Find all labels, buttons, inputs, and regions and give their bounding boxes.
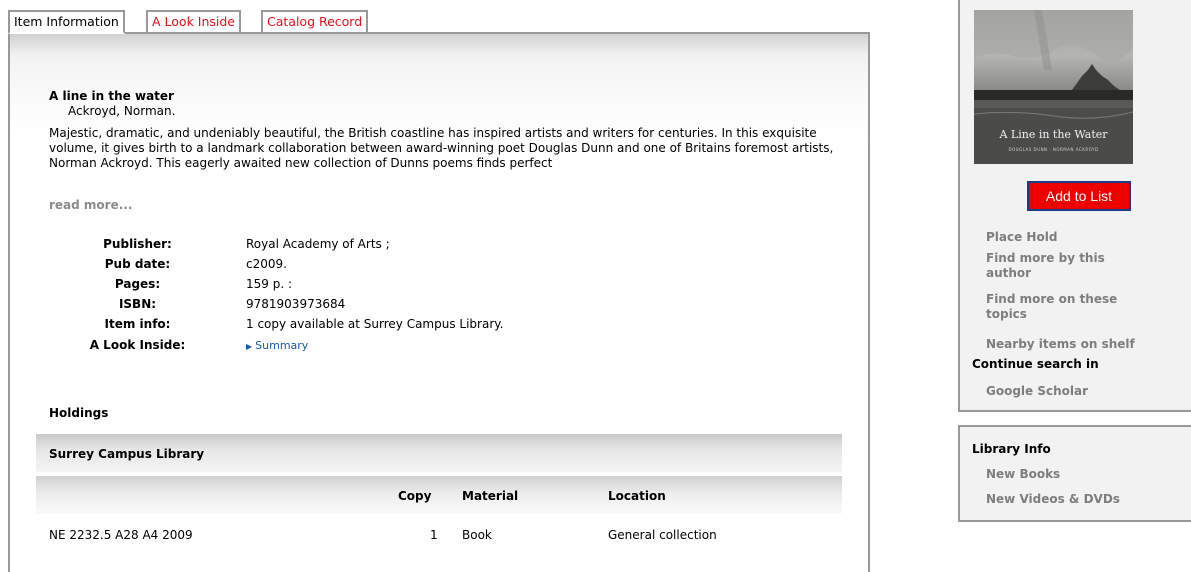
- tab-catalog-record[interactable]: Catalog Record: [261, 10, 369, 34]
- detail-label: Publisher:: [103, 237, 172, 251]
- tab-a-look-inside[interactable]: A Look Inside: [146, 10, 241, 34]
- column-header-copy: Copy: [398, 489, 432, 503]
- detail-label: A Look Inside:: [89, 338, 186, 352]
- read-more-link[interactable]: read more...: [49, 198, 132, 212]
- summary-link-label: Summary: [255, 339, 309, 352]
- tab-item-information[interactable]: Item Information: [8, 10, 125, 34]
- detail-label: Item info:: [104, 317, 171, 331]
- place-hold-link[interactable]: Place Hold: [986, 230, 1166, 245]
- add-to-list-button[interactable]: Add to List: [1027, 181, 1131, 211]
- holding-copy: 1: [430, 528, 438, 542]
- nearby-items-link[interactable]: Nearby items on shelf: [986, 337, 1166, 352]
- library-info-heading: Library Info: [972, 442, 1051, 456]
- find-more-by-author-link[interactable]: Find more by this author: [986, 251, 1136, 281]
- detail-label: Pub date:: [104, 257, 171, 271]
- google-scholar-link[interactable]: Google Scholar: [986, 384, 1166, 399]
- summary-link[interactable]: ▶ Summary: [246, 338, 308, 352]
- column-header-material: Material: [462, 489, 519, 503]
- new-videos-dvds-link[interactable]: New Videos & DVDs: [986, 492, 1166, 507]
- item-author: Ackroyd, Norman.: [68, 104, 176, 118]
- item-information-panel: A line in the water Ackroyd, Norman. Maj…: [8, 32, 870, 572]
- column-header-location: Location: [608, 489, 666, 503]
- detail-row-look-inside: A Look Inside: ▶ Summary: [10, 338, 710, 355]
- new-books-link[interactable]: New Books: [986, 467, 1166, 482]
- detail-row-pub-date: Pub date: c2009.: [10, 257, 710, 274]
- holding-call-number: NE 2232.5 A28 A4 2009: [49, 528, 193, 542]
- detail-value: 1 copy available at Surrey Campus Librar…: [246, 317, 504, 331]
- find-more-on-topics-link[interactable]: Find more on these topics: [986, 292, 1156, 322]
- library-info-sidebar: Library Info New Books New Videos & DVDs: [958, 425, 1191, 522]
- detail-label: Pages:: [114, 277, 161, 291]
- detail-row-pages: Pages: 159 p. :: [10, 277, 710, 294]
- library-name: Surrey Campus Library: [49, 447, 205, 461]
- holding-material: Book: [462, 528, 492, 542]
- holdings-heading: Holdings: [49, 406, 109, 420]
- holding-location: General collection: [608, 528, 717, 542]
- item-description: Majestic, dramatic, and undeniably beaut…: [49, 126, 834, 170]
- detail-row-isbn: ISBN: 9781903973684: [10, 297, 710, 314]
- triangle-right-icon: ▶: [246, 342, 253, 351]
- library-header-bar: Surrey Campus Library: [36, 434, 842, 472]
- continue-search-heading: Continue search in: [972, 357, 1099, 371]
- cover-title-text: A Line in the Water: [999, 128, 1108, 141]
- cover-subtitle-text: DOUGLAS DUNN · NORMAN ACKROYD: [1008, 147, 1099, 152]
- detail-row-item-info: Item info: 1 copy available at Surrey Ca…: [10, 317, 710, 334]
- detail-label: ISBN:: [118, 297, 157, 311]
- item-title: A line in the water: [49, 89, 174, 103]
- holdings-row: NE 2232.5 A28 A4 2009 1 Book General col…: [36, 528, 842, 546]
- detail-row-publisher: Publisher: Royal Academy of Arts ;: [10, 237, 710, 254]
- detail-value: 159 p. :: [246, 277, 293, 291]
- item-actions-sidebar: A Line in the Water DOUGLAS DUNN · NORMA…: [958, 0, 1191, 412]
- detail-value: c2009.: [246, 257, 287, 271]
- detail-value: 9781903973684: [246, 297, 346, 311]
- holdings-column-header: Copy Material Location: [36, 476, 842, 514]
- detail-value: Royal Academy of Arts ;: [246, 237, 390, 251]
- book-cover-image[interactable]: A Line in the Water DOUGLAS DUNN · NORMA…: [974, 10, 1133, 164]
